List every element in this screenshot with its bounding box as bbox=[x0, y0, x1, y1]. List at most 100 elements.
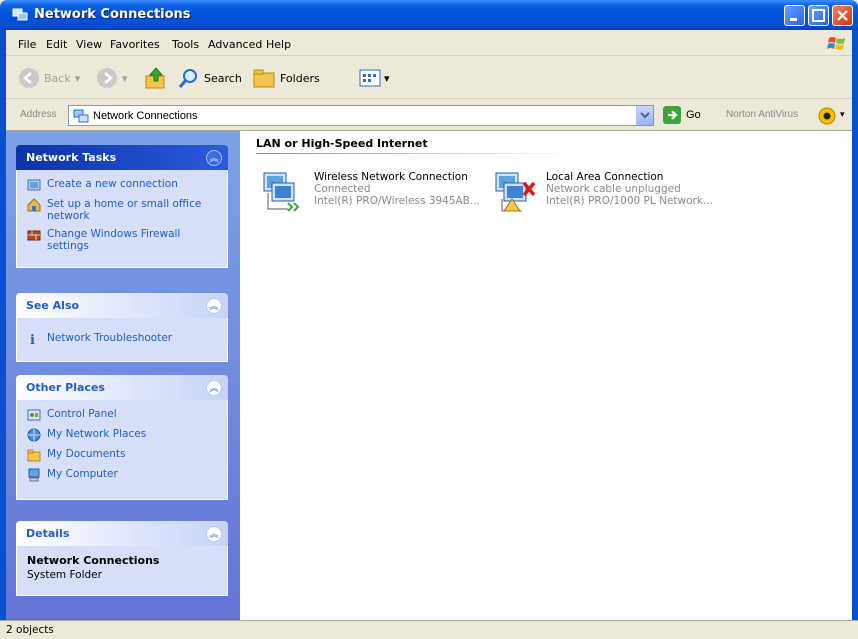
back-dropdown-icon: ▾ bbox=[74, 71, 81, 85]
details-panel: Details ︽ Network Connections System Fol… bbox=[16, 521, 228, 596]
forward-button[interactable]: ▾ bbox=[96, 66, 128, 90]
lan-disconnected-icon bbox=[495, 172, 536, 212]
menu-favorites[interactable]: Favorites bbox=[110, 38, 160, 51]
other-places-title: Other Places bbox=[26, 381, 105, 394]
menu-advanced[interactable]: Advanced bbox=[208, 38, 262, 51]
toolbar: Back ▾ ▾ Search Folders ▾ bbox=[6, 57, 852, 99]
network-places-icon bbox=[27, 428, 41, 442]
change-firewall-settings-link[interactable]: Change Windows Firewall settings bbox=[27, 228, 219, 252]
local-area-connection-item[interactable]: Local Area Connection Network cable unpl… bbox=[490, 169, 740, 217]
menu-view[interactable]: View bbox=[76, 38, 102, 51]
go-button[interactable]: Go bbox=[662, 105, 701, 125]
folders-button[interactable]: Folders bbox=[252, 66, 320, 90]
folder-icon bbox=[27, 449, 41, 462]
collapse-icon[interactable]: ︽ bbox=[206, 526, 222, 542]
main-area: Network Tasks ︽ Create a new connection … bbox=[6, 130, 852, 621]
forward-dropdown-icon: ▾ bbox=[122, 71, 128, 85]
my-computer-link[interactable]: My Computer bbox=[27, 468, 219, 482]
other-places-header[interactable]: Other Places ︽ bbox=[16, 375, 228, 400]
connection-status: Connected bbox=[314, 183, 371, 195]
computer-icon bbox=[28, 468, 40, 482]
details-body: Network Connections System Folder bbox=[16, 546, 228, 596]
new-connection-icon bbox=[27, 179, 41, 191]
address-dropdown-button[interactable] bbox=[636, 106, 653, 125]
svg-text:i: i bbox=[30, 333, 35, 346]
address-label: Address bbox=[20, 109, 57, 120]
info-icon: i bbox=[30, 333, 35, 346]
menu-file[interactable]: File bbox=[18, 38, 36, 51]
norton-dropdown-icon[interactable]: ▾ bbox=[840, 109, 845, 120]
network-tasks-title: Network Tasks bbox=[26, 151, 117, 164]
go-label: Go bbox=[686, 109, 701, 121]
collapse-icon[interactable]: ︽ bbox=[206, 380, 222, 396]
back-label: Back bbox=[44, 71, 71, 85]
search-icon bbox=[178, 69, 197, 88]
views-dropdown-icon: ▾ bbox=[384, 71, 390, 85]
other-places-body: Control Panel My Network Places My Docum… bbox=[16, 400, 228, 500]
home-network-icon bbox=[27, 198, 41, 212]
back-button[interactable]: Back ▾ bbox=[18, 66, 80, 90]
wireless-connection-item[interactable]: Wireless Network Connection Connected In… bbox=[258, 169, 508, 217]
views-icon bbox=[359, 69, 381, 87]
menu-bar: File Edit View Favorites Tools Advanced … bbox=[6, 32, 852, 56]
see-also-title: See Also bbox=[26, 299, 80, 312]
wireless-connection-icon bbox=[263, 172, 300, 212]
control-panel-link[interactable]: Control Panel bbox=[27, 408, 219, 422]
windows-logo-icon bbox=[827, 37, 845, 50]
network-tasks-body: Create a new connection Set up a home or… bbox=[16, 170, 228, 268]
status-bar: 2 objects bbox=[0, 620, 858, 639]
address-input[interactable]: Network Connections bbox=[68, 105, 654, 126]
collapse-icon[interactable]: ︽ bbox=[206, 298, 222, 314]
menu-help[interactable]: Help bbox=[266, 38, 291, 51]
minimize-icon bbox=[790, 18, 797, 21]
connection-name: Local Area Connection bbox=[546, 171, 664, 183]
views-button[interactable]: ▾ bbox=[358, 66, 390, 90]
see-also-body: i Network Troubleshooter bbox=[16, 318, 228, 362]
norton-antivirus-label: Norton AntiVirus bbox=[726, 109, 799, 120]
task-pane: Network Tasks ︽ Create a new connection … bbox=[6, 131, 240, 621]
norton-icon[interactable] bbox=[818, 107, 836, 125]
close-button[interactable] bbox=[832, 5, 853, 26]
network-troubleshooter-link[interactable]: i Network Troubleshooter bbox=[27, 332, 219, 346]
back-arrow-icon bbox=[19, 68, 39, 88]
up-folder-icon bbox=[145, 67, 165, 89]
window-title: Network Connections bbox=[34, 7, 191, 22]
other-places-panel: Other Places ︽ Control Panel My Network … bbox=[16, 375, 228, 500]
up-folder-button[interactable] bbox=[144, 66, 168, 90]
my-documents-link[interactable]: My Documents bbox=[27, 448, 219, 462]
window-frame-right bbox=[852, 30, 858, 620]
see-also-panel: See Also ︽ i Network Troubleshooter bbox=[16, 293, 228, 362]
chevron-down-icon bbox=[640, 112, 650, 119]
close-icon bbox=[837, 10, 848, 21]
details-header[interactable]: Details ︽ bbox=[16, 521, 228, 546]
group-header: LAN or High-Speed Internet bbox=[256, 137, 428, 150]
see-also-header[interactable]: See Also ︽ bbox=[16, 293, 228, 318]
network-connections-icon bbox=[12, 8, 28, 21]
minimize-button[interactable] bbox=[784, 5, 805, 26]
menu-tools[interactable]: Tools bbox=[172, 38, 199, 51]
address-value: Network Connections bbox=[93, 110, 198, 122]
network-tasks-panel: Network Tasks ︽ Create a new connection … bbox=[16, 145, 228, 268]
setup-home-network-link[interactable]: Set up a home or small office network bbox=[27, 198, 219, 222]
my-network-places-link[interactable]: My Network Places bbox=[27, 428, 219, 442]
folders-icon bbox=[253, 69, 275, 88]
search-label: Search bbox=[204, 71, 242, 85]
connection-device: Intel(R) PRO/1000 PL Network... bbox=[546, 195, 713, 207]
create-new-connection-link[interactable]: Create a new connection bbox=[27, 178, 219, 192]
connection-name: Wireless Network Connection bbox=[314, 171, 468, 183]
details-type: System Folder bbox=[27, 569, 102, 581]
maximize-button[interactable] bbox=[808, 5, 829, 26]
network-tasks-header[interactable]: Network Tasks ︽ bbox=[16, 145, 228, 170]
details-title: Details bbox=[26, 527, 70, 540]
collapse-icon[interactable]: ︽ bbox=[206, 150, 222, 166]
address-bar: Address Network Connections Go Norton An… bbox=[6, 100, 852, 130]
title-bar: Network Connections bbox=[0, 0, 858, 30]
firewall-icon bbox=[27, 230, 41, 241]
connection-device: Intel(R) PRO/Wireless 3945AB... bbox=[314, 195, 480, 207]
connection-status: Network cable unplugged bbox=[546, 183, 681, 195]
menu-edit[interactable]: Edit bbox=[46, 38, 67, 51]
search-button[interactable]: Search bbox=[178, 66, 242, 90]
details-name: Network Connections bbox=[27, 554, 160, 567]
maximize-icon bbox=[812, 9, 825, 22]
group-divider bbox=[256, 153, 576, 154]
